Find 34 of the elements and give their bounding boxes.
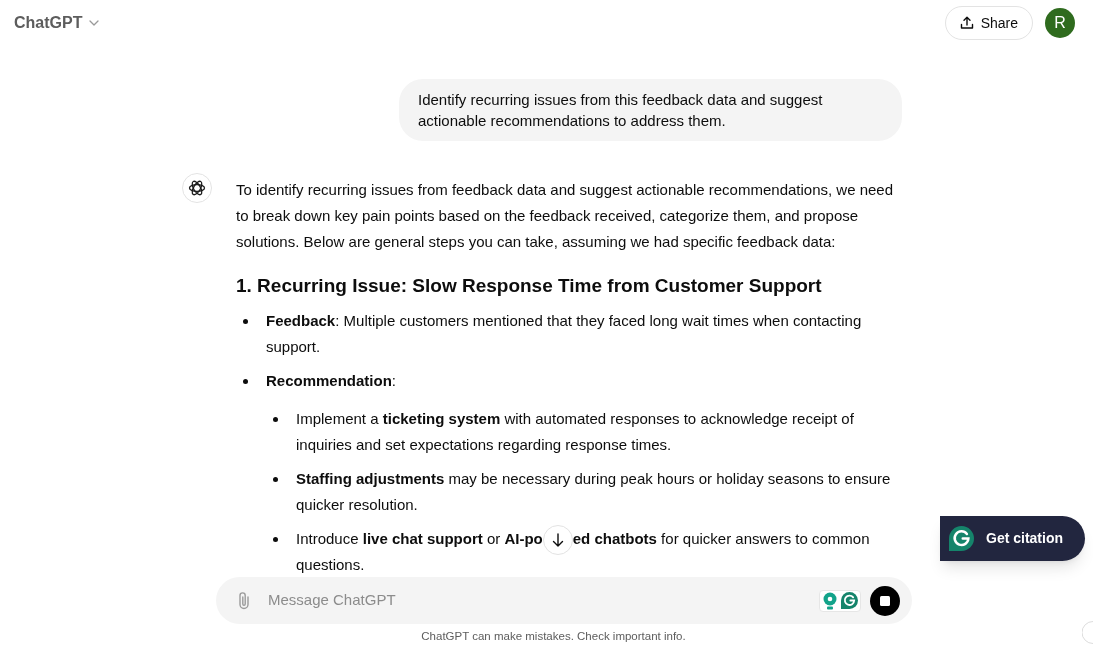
- list-item-text: ed chatbots for quicker answers to common: [572, 530, 870, 547]
- list-item-text: Recommendation:: [266, 371, 398, 391]
- get-citation-button[interactable]: Get citation: [940, 516, 1085, 561]
- disclaimer-text: ChatGPT can make mistakes. Check important info.: [421, 628, 686, 644]
- bullet-icon: [273, 476, 278, 482]
- list-item-text: Introduce live chat support or AI-po: [296, 530, 543, 547]
- g-logo-icon[interactable]: [841, 592, 858, 609]
- list-item-text: Feedback: Multiple customers mentioned that they faced long wait times when contacting support.: [266, 311, 863, 357]
- attach-button[interactable]: [237, 590, 251, 611]
- stop-icon: [880, 595, 890, 606]
- stop-button[interactable]: [870, 585, 900, 616]
- model-selector[interactable]: ChatGPT: [14, 15, 100, 31]
- section-heading: 1. Recurring Issue: Slow Response Time from Customer Support: [236, 274, 823, 298]
- paperclip-icon: [237, 590, 251, 611]
- chevron-down-icon: [89, 20, 100, 26]
- assistant-logo-icon: [182, 173, 212, 203]
- lightbulb-icon[interactable]: [822, 591, 838, 610]
- list-item-text: Implement a ticketing system with automated responses to acknowledge receipt of inquiries and set expectations regarding response times.: [296, 409, 855, 455]
- upload-icon: [959, 16, 974, 30]
- bullet-icon: [273, 416, 278, 422]
- message-field[interactable]: Message ChatGPT: [268, 589, 819, 612]
- scroll-down-button[interactable]: [542, 525, 573, 556]
- bullet-icon: [243, 378, 248, 384]
- list-item-text: Staffing adjustments may be necessary during peak hours or holiday seasons to ensure quicker resolution.: [296, 469, 892, 515]
- list-item-text: questions.: [296, 556, 365, 573]
- share-button[interactable]: Share: [944, 6, 1033, 40]
- arrow-down-icon: [551, 533, 564, 548]
- response-paragraph: To identify recurring issues from feedback data and suggest actionable recommendations, we need to break down key pain points based on the feedback received, categorize them, and propose solutions. Below are general steps you can take, assuming we had specific feedback data:: [236, 180, 895, 252]
- g-logo-icon: [949, 526, 974, 551]
- user-message: Identify recurring issues from this feedback data and suggest actionable recommendations to address them.: [399, 79, 902, 141]
- bullet-icon: [273, 536, 278, 542]
- user-avatar[interactable]: R: [1045, 8, 1075, 38]
- composer-bar[interactable]: Message ChatGPT: [216, 577, 912, 624]
- bullet-icon: [243, 318, 248, 324]
